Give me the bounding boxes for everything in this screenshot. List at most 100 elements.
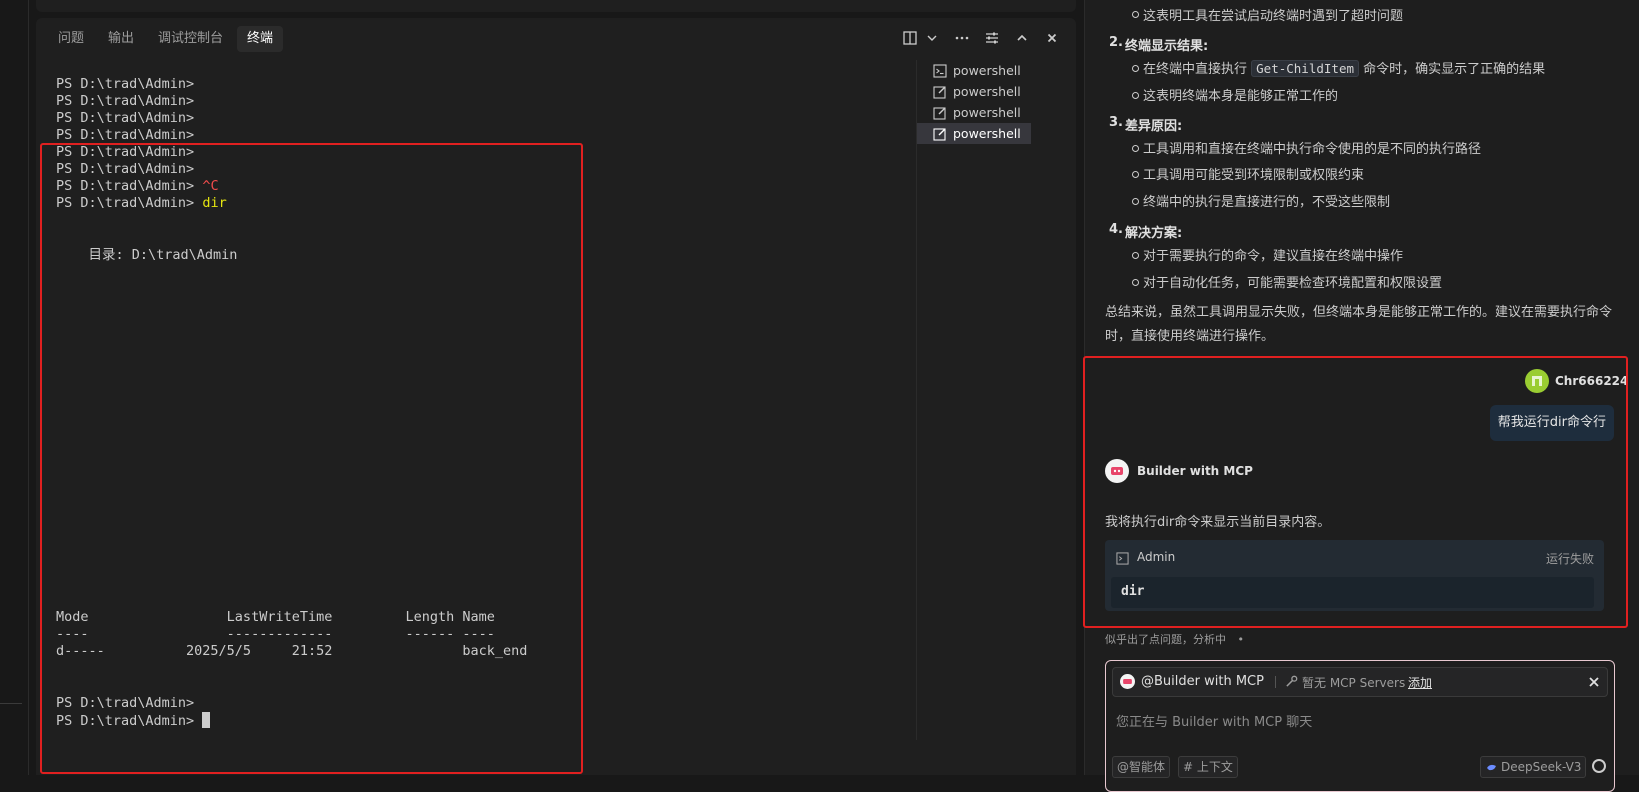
bullet-icon: [1132, 145, 1139, 152]
tab-terminal[interactable]: 终端: [237, 26, 284, 52]
bullet-icon: [1132, 279, 1139, 286]
message-text-part: 在终端中直接执行: [1143, 62, 1248, 77]
section-number: 2.: [1109, 35, 1123, 50]
settings-sliders-icon[interactable]: [982, 28, 1002, 48]
message-text: 在终端中直接执行 Get-ChildItem 命令时，确实显示了正确的结果: [1143, 58, 1545, 77]
chevron-down-icon[interactable]: [922, 28, 942, 48]
terminal-command-card[interactable]: Admin 运行失败 dir: [1105, 540, 1604, 611]
bot-name: Builder with MCP: [1137, 464, 1253, 478]
message-text: 对于需要执行的命令，建议直接在终端中操作: [1143, 249, 1404, 264]
bullet-icon: [1132, 92, 1139, 99]
bullet-icon: [1132, 11, 1139, 18]
prompt: PS D:\trad\Admin>: [56, 178, 195, 194]
section-number: 3.: [1109, 115, 1123, 130]
dir-command-text: dir: [202, 195, 227, 211]
panel-actions: [900, 28, 1062, 48]
add-mcp-link[interactable]: 添加: [1408, 674, 1432, 691]
analyzing-text: 似乎出了点问题，分析中: [1105, 633, 1226, 646]
card-status: 运行失败: [1545, 552, 1594, 566]
ctrl-c-text: ^C: [202, 178, 219, 194]
summary-text: 总结来说，虽然工具调用显示失败，但终端本身是能够正常工作的。建议在需要执行命令: [1105, 305, 1613, 320]
agent-avatar: [1120, 674, 1135, 689]
section-title: 解决方案:: [1125, 226, 1183, 241]
mcp-status: 暂无 MCP Servers: [1302, 676, 1406, 690]
card-header: Admin 运行失败: [1105, 540, 1604, 576]
model-name: DeepSeek-V3: [1501, 760, 1582, 774]
card-title: Admin: [1137, 550, 1176, 564]
terminal-line: PS D:\trad\Admin>: [56, 695, 195, 711]
panel-tabs: 问题 输出 调试控制台 终端: [48, 26, 284, 54]
message-text: 这表明终端本身是能够正常工作的: [1143, 89, 1339, 104]
terminal-list-label: powershell: [953, 63, 1021, 78]
terminal-edit-icon: [933, 106, 946, 120]
terminal-list-label: powershell: [953, 105, 1021, 120]
terminal-line: PS D:\trad\Admin>: [56, 127, 195, 143]
section-title: 差异原因:: [1125, 119, 1183, 134]
close-panel-icon[interactable]: [1042, 28, 1062, 48]
activity-bar: [0, 0, 29, 775]
terminal-icon: [933, 63, 947, 78]
card-command-body: dir: [1111, 577, 1594, 608]
summary-text: 时，直接使用终端进行操作。: [1105, 329, 1275, 344]
bullet-icon: [1132, 252, 1139, 259]
prompt: PS D:\trad\Admin>: [56, 195, 195, 211]
bot-message: 我将执行dir命令来显示当前目录内容。: [1105, 515, 1331, 530]
terminal-list-item[interactable]: powershell: [917, 102, 1031, 123]
terminal-line: PS D:\trad\Admin>: [56, 93, 195, 109]
split-terminal-icon[interactable]: [900, 28, 920, 48]
inline-code: Get-ChildItem: [1251, 60, 1359, 77]
divider: [1275, 676, 1276, 688]
user-message: 帮我运行dir命令行: [1489, 405, 1614, 441]
bot-avatar: [1105, 459, 1129, 483]
terminal-list-label: powershell: [953, 126, 1021, 141]
maximize-panel-icon[interactable]: [1012, 28, 1032, 48]
message-text: 工具调用可能受到环境限制或权限约束: [1143, 168, 1365, 183]
chat-input-placeholder[interactable]: 您正在与 Builder with MCP 聊天: [1116, 711, 1312, 730]
user-name: Chr666224: [1555, 374, 1629, 388]
terminal-list: powershell powershell powershell powersh…: [916, 60, 1031, 740]
analyzing-status: 似乎出了点问题，分析中 •: [1105, 631, 1244, 647]
listing-header: Mode LastWriteTime Length Name: [56, 609, 495, 625]
wrench-icon: [1286, 675, 1298, 687]
activity-divider: [0, 703, 22, 704]
terminal-list-item-active[interactable]: powershell: [917, 123, 1031, 144]
agent-bar: @Builder with MCP 暂无 MCP Servers 添加: [1112, 667, 1608, 697]
loading-dot: •: [1237, 633, 1245, 646]
user-avatar: [1525, 369, 1549, 393]
terminal-line-ctrlc: PS D:\trad\Admin> ^C: [56, 178, 219, 195]
message-text: 对于自动化任务，可能需要检查环境配置和权限设置: [1143, 276, 1443, 291]
deepseek-whale-icon: [1487, 764, 1496, 771]
bullet-icon: [1132, 198, 1139, 205]
terminal-output[interactable]: PS D:\trad\Admin> PS D:\trad\Admin> PS D…: [56, 62, 936, 762]
tab-debug-console[interactable]: 调试控制台: [148, 26, 233, 52]
terminal-line: PS D:\trad\Admin>: [56, 144, 195, 160]
send-stop-icon[interactable]: [1592, 759, 1606, 773]
editor-area-edge: [36, 0, 1076, 12]
tab-problems[interactable]: 问题: [48, 26, 94, 52]
chat-panel: 这表明工具在尝试启动终端时遇到了超时问题 2. 终端显示结果: 在终端中直接执行…: [1084, 0, 1639, 792]
listing-separator: ---- ------------- ------ ----: [56, 626, 495, 642]
tab-output[interactable]: 输出: [98, 26, 144, 52]
bullet-icon: [1132, 65, 1139, 72]
agent-tag[interactable]: @Builder with MCP: [1141, 674, 1264, 689]
close-icon[interactable]: [1589, 677, 1599, 687]
section-title: 终端显示结果:: [1125, 39, 1209, 54]
terminal-line: PS D:\trad\Admin>: [56, 161, 195, 177]
terminal-icon: [1116, 552, 1129, 565]
chat-input-box: @Builder with MCP 暂无 MCP Servers 添加 您正在与…: [1105, 660, 1615, 792]
terminal-line-dir: PS D:\trad\Admin> dir: [56, 195, 227, 212]
message-text: 终端中的执行是直接进行的，不受这些限制: [1143, 195, 1391, 210]
terminal-list-item[interactable]: powershell: [917, 60, 1031, 81]
card-command: dir: [1121, 584, 1145, 599]
section-number: 4.: [1109, 222, 1123, 237]
terminal-edit-icon: [933, 127, 946, 141]
terminal-cursor: [202, 712, 211, 728]
terminal-list-item[interactable]: powershell: [917, 81, 1031, 102]
bullet-icon: [1132, 171, 1139, 178]
terminal-line: PS D:\trad\Admin>: [56, 76, 195, 92]
more-icon[interactable]: [952, 28, 972, 48]
message-text-part: 命令时，确实显示了正确的结果: [1363, 62, 1546, 77]
listing-row: d----- 2025/5/5 21:52 back_end: [56, 643, 528, 659]
terminal-line-current: PS D:\trad\Admin>: [56, 712, 211, 729]
message-text: 这表明工具在尝试启动终端时遇到了超时问题: [1143, 9, 1404, 24]
